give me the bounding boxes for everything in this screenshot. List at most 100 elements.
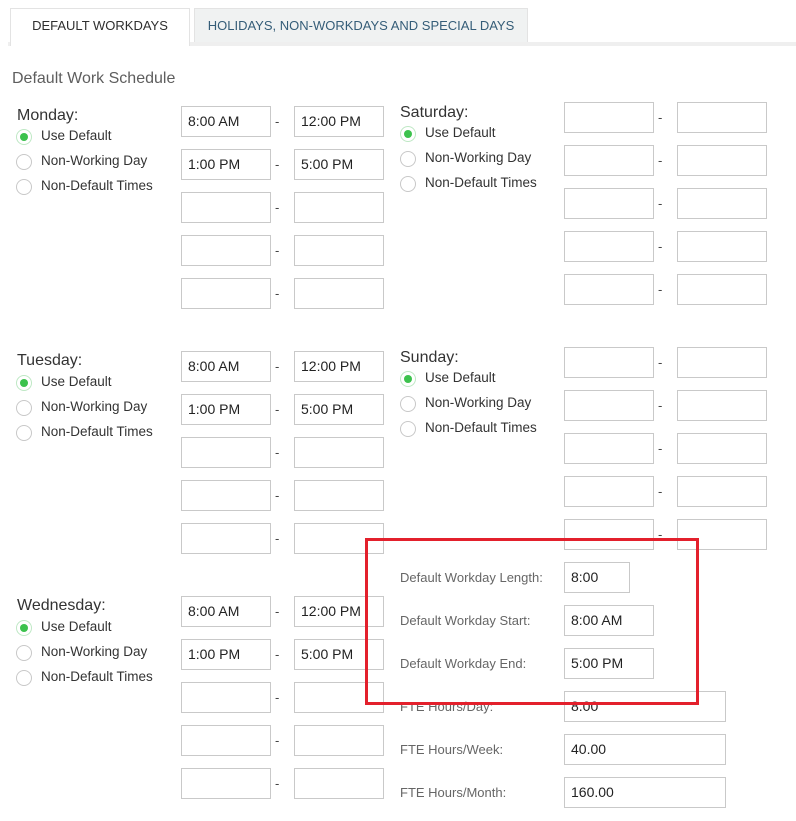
tuesday-start-time-5[interactable] — [181, 523, 271, 554]
time-range-separator: - — [275, 647, 280, 662]
wednesday-end-time-2[interactable]: 5:00 PM — [294, 639, 384, 670]
sunday-end-time-3[interactable] — [677, 433, 767, 464]
radio-button-icon[interactable] — [16, 620, 32, 636]
wednesday-end-time-1[interactable]: 12:00 PM — [294, 596, 384, 627]
tuesday-end-time-5[interactable] — [294, 523, 384, 554]
time-range-separator: - — [658, 110, 663, 125]
tab-holidays[interactable]: HOLIDAYS, NON-WORKDAYS AND SPECIAL DAYS — [194, 8, 528, 42]
workday-end-field[interactable]: 5:00 PM — [564, 648, 654, 679]
fte-hours-day-field[interactable]: 8.00 — [564, 691, 726, 722]
sunday-label: Sunday: — [400, 349, 459, 366]
radio-button-icon[interactable] — [16, 154, 32, 170]
radio-label: Non-Default Times — [41, 424, 153, 439]
time-range-separator: - — [275, 445, 280, 460]
wednesday-start-time-4[interactable] — [181, 725, 271, 756]
sunday-start-time-5[interactable] — [564, 519, 654, 550]
monday-label: Monday: — [17, 107, 79, 124]
tuesday-start-time-2[interactable]: 1:00 PM — [181, 394, 271, 425]
radio-label: Non-Default Times — [41, 178, 153, 193]
time-range-separator: - — [275, 402, 280, 417]
saturday-end-time-5[interactable] — [677, 274, 767, 305]
monday-start-time-5[interactable] — [181, 278, 271, 309]
time-range-separator: - — [658, 282, 663, 297]
tuesday-end-time-3[interactable] — [294, 437, 384, 468]
radio-label: Use Default — [41, 374, 112, 389]
time-range-separator: - — [658, 239, 663, 254]
monday-end-time-3[interactable] — [294, 192, 384, 223]
saturday-end-time-1[interactable] — [677, 102, 767, 133]
tab-default-workdays[interactable]: DEFAULT WORKDAYS — [10, 8, 190, 46]
tuesday-start-time-1[interactable]: 8:00 AM — [181, 351, 271, 382]
radio-button-icon[interactable] — [400, 396, 416, 412]
time-range-separator: - — [658, 527, 663, 542]
tuesday-end-time-1[interactable]: 12:00 PM — [294, 351, 384, 382]
time-range-separator: - — [275, 488, 280, 503]
sunday-start-time-4[interactable] — [564, 476, 654, 507]
fte-hours-week-field[interactable]: 40.00 — [564, 734, 726, 765]
radio-button-icon[interactable] — [400, 151, 416, 167]
wednesday-start-time-5[interactable] — [181, 768, 271, 799]
radio-button-icon[interactable] — [400, 371, 416, 387]
tuesday-label: Tuesday: — [17, 352, 83, 369]
saturday-start-time-5[interactable] — [564, 274, 654, 305]
radio-label: Use Default — [41, 128, 112, 143]
radio-label: Non-Working Day — [41, 399, 148, 414]
tuesday-end-time-2[interactable]: 5:00 PM — [294, 394, 384, 425]
monday-start-time-4[interactable] — [181, 235, 271, 266]
tuesday-start-time-4[interactable] — [181, 480, 271, 511]
saturday-start-time-2[interactable] — [564, 145, 654, 176]
monday-end-time-1[interactable]: 12:00 PM — [294, 106, 384, 137]
wednesday-end-time-5[interactable] — [294, 768, 384, 799]
workday-length-label: Default Workday Length: — [400, 570, 543, 585]
time-range-separator: - — [275, 776, 280, 791]
radio-label: Use Default — [425, 370, 496, 385]
wednesday-start-time-2[interactable]: 1:00 PM — [181, 639, 271, 670]
radio-label: Non-Working Day — [41, 153, 148, 168]
radio-label: Non-Working Day — [41, 644, 148, 659]
tuesday-end-time-4[interactable] — [294, 480, 384, 511]
fte-hours-week-label: FTE Hours/Week: — [400, 742, 504, 757]
monday-start-time-2[interactable]: 1:00 PM — [181, 149, 271, 180]
radio-button-icon[interactable] — [16, 400, 32, 416]
monday-end-time-4[interactable] — [294, 235, 384, 266]
saturday-start-time-3[interactable] — [564, 188, 654, 219]
sunday-end-time-4[interactable] — [677, 476, 767, 507]
monday-end-time-2[interactable]: 5:00 PM — [294, 149, 384, 180]
wednesday-start-time-3[interactable] — [181, 682, 271, 713]
radio-button-icon[interactable] — [400, 126, 416, 142]
radio-button-icon[interactable] — [400, 176, 416, 192]
radio-label: Use Default — [425, 125, 496, 140]
sunday-end-time-5[interactable] — [677, 519, 767, 550]
wednesday-end-time-4[interactable] — [294, 725, 384, 756]
sunday-start-time-2[interactable] — [564, 390, 654, 421]
radio-button-icon[interactable] — [400, 421, 416, 437]
monday-end-time-5[interactable] — [294, 278, 384, 309]
sunday-start-time-3[interactable] — [564, 433, 654, 464]
monday-start-time-3[interactable] — [181, 192, 271, 223]
sunday-end-time-2[interactable] — [677, 390, 767, 421]
wednesday-end-time-3[interactable] — [294, 682, 384, 713]
sunday-end-time-1[interactable] — [677, 347, 767, 378]
radio-button-icon[interactable] — [16, 179, 32, 195]
radio-button-icon[interactable] — [16, 375, 32, 391]
saturday-start-time-1[interactable] — [564, 102, 654, 133]
sunday-start-time-1[interactable] — [564, 347, 654, 378]
tuesday-start-time-3[interactable] — [181, 437, 271, 468]
radio-button-icon[interactable] — [16, 425, 32, 441]
saturday-start-time-4[interactable] — [564, 231, 654, 262]
radio-button-icon[interactable] — [16, 645, 32, 661]
time-range-separator: - — [275, 733, 280, 748]
workday-start-label: Default Workday Start: — [400, 613, 531, 628]
wednesday-start-time-1[interactable]: 8:00 AM — [181, 596, 271, 627]
workday-length-field[interactable]: 8:00 — [564, 562, 630, 593]
workday-start-field[interactable]: 8:00 AM — [564, 605, 654, 636]
fte-hours-month-field[interactable]: 160.00 — [564, 777, 726, 808]
time-range-separator: - — [658, 398, 663, 413]
monday-start-time-1[interactable]: 8:00 AM — [181, 106, 271, 137]
saturday-end-time-2[interactable] — [677, 145, 767, 176]
radio-label: Non-Default Times — [425, 175, 537, 190]
saturday-end-time-3[interactable] — [677, 188, 767, 219]
saturday-end-time-4[interactable] — [677, 231, 767, 262]
radio-button-icon[interactable] — [16, 129, 32, 145]
radio-button-icon[interactable] — [16, 670, 32, 686]
